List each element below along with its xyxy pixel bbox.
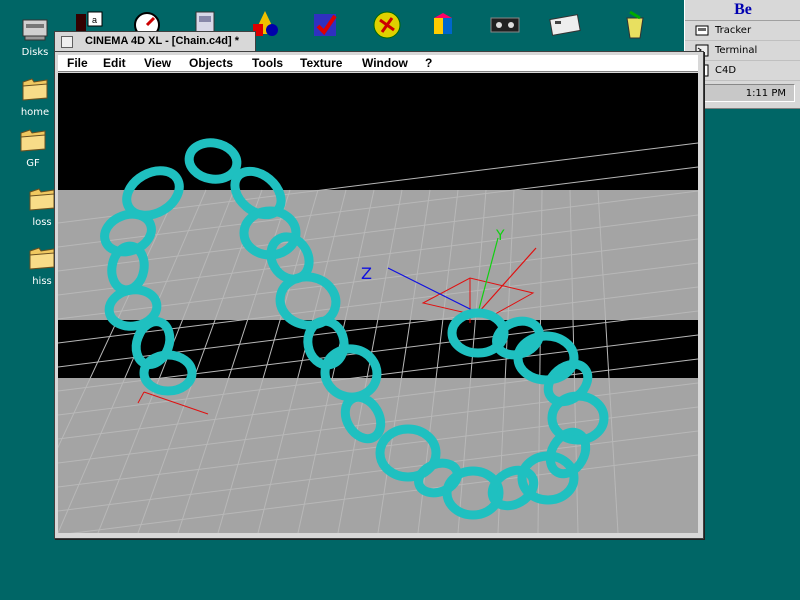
- folder-icon: [22, 78, 48, 101]
- desktop-icon-label: GF: [26, 158, 40, 169]
- y-axis-label: Y: [495, 228, 505, 244]
- app-icon-5[interactable]: [308, 8, 342, 42]
- menu-help[interactable]: ?: [425, 56, 432, 70]
- window-title: CINEMA 4D XL - [Chain.c4d] *: [85, 35, 240, 47]
- chain-link: [184, 138, 242, 184]
- app-icon-6[interactable]: [370, 8, 404, 42]
- deskbar-item-tracker[interactable]: Tracker: [685, 21, 800, 41]
- desktop-icon-label: home: [20, 107, 50, 118]
- disks-icon: [22, 19, 48, 41]
- viewport-canvas[interactable]: Z Y: [58, 73, 698, 533]
- deskbar-item-label: Terminal: [715, 45, 758, 56]
- menu-bar: File Edit View Objects Tools Texture Win…: [58, 55, 698, 72]
- app-icon-7[interactable]: [426, 8, 460, 42]
- clock[interactable]: 1:11 PM: [691, 84, 795, 102]
- clock-time: 1:11 PM: [745, 88, 786, 99]
- close-button[interactable]: [61, 36, 73, 48]
- app-icon-8[interactable]: [488, 8, 522, 42]
- deskbar-item-label: Tracker: [715, 25, 752, 36]
- menu-objects[interactable]: Objects: [189, 56, 233, 70]
- chain-link: [320, 344, 382, 402]
- desktop-icon-gf[interactable]: GF: [13, 127, 53, 169]
- desktop-icon-label: Disks: [21, 47, 49, 58]
- chain-link: [513, 331, 579, 385]
- z-axis-label: Z: [361, 264, 372, 283]
- app-icon-9[interactable]: [548, 8, 582, 42]
- cinema4d-window: File Edit View Objects Tools Texture Win…: [54, 51, 704, 539]
- desktop-icon-disks[interactable]: Disks: [15, 16, 55, 58]
- folder-icon: [29, 247, 55, 270]
- folder-icon: [29, 188, 55, 211]
- folder-icon: [20, 129, 46, 152]
- menu-window[interactable]: Window: [362, 56, 408, 70]
- window-title-tab[interactable]: CINEMA 4D XL - [Chain.c4d] *: [54, 31, 256, 52]
- svg-text:a: a: [92, 15, 97, 25]
- tracker-icon: [695, 25, 709, 36]
- menu-texture[interactable]: Texture: [300, 56, 342, 70]
- desktop-icon-home[interactable]: home: [15, 76, 55, 118]
- 3d-viewport[interactable]: Z Y: [58, 73, 698, 533]
- be-logo-label: Be: [734, 1, 752, 18]
- menu-view[interactable]: View: [144, 56, 171, 70]
- menu-edit[interactable]: Edit: [103, 56, 126, 70]
- menu-tools[interactable]: Tools: [252, 56, 283, 70]
- app-icon-10[interactable]: [618, 8, 652, 42]
- menu-file[interactable]: File: [67, 56, 88, 70]
- be-menu-button[interactable]: Be: [685, 0, 800, 21]
- deskbar-item-label: C4D: [715, 65, 737, 76]
